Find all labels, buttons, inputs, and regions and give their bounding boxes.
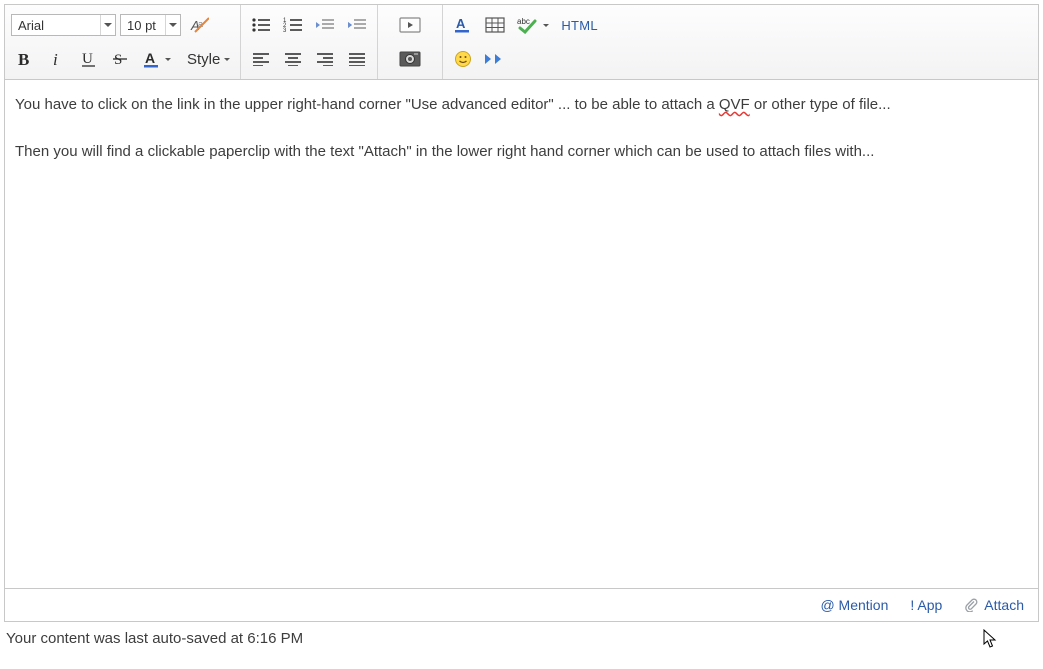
svg-text:abc: abc xyxy=(517,17,530,26)
indent-button[interactable] xyxy=(343,11,371,39)
align-justify-button[interactable] xyxy=(343,45,371,73)
align-left-button[interactable] xyxy=(247,45,275,73)
toolbar-group-paragraph: 123 xyxy=(241,5,378,79)
svg-text:3: 3 xyxy=(283,28,287,33)
toolbar-group-misc: A abc HTML xyxy=(443,5,608,79)
chevron-down-icon xyxy=(165,15,177,35)
app-link[interactable]: ! App xyxy=(910,597,942,613)
html-mode-button[interactable]: HTML xyxy=(557,11,602,39)
insert-video-button[interactable] xyxy=(396,11,424,39)
chevron-down-icon xyxy=(100,15,112,35)
font-color-button[interactable]: A xyxy=(139,45,179,73)
insert-table-button[interactable] xyxy=(481,11,509,39)
paragraph: You have to click on the link in the upp… xyxy=(15,94,1028,117)
autosave-status: Your content was last auto-saved at 6:16… xyxy=(6,630,1039,647)
spelling-error: QVF xyxy=(719,96,750,113)
toolbar: Arial 10 pt Aa B i U xyxy=(5,5,1038,80)
style-select[interactable]: Style xyxy=(183,51,234,68)
paperclip-icon xyxy=(964,598,978,612)
insert-image-button[interactable] xyxy=(396,45,424,73)
color-fill-button[interactable]: A xyxy=(449,11,477,39)
content-area[interactable]: You have to click on the link in the upp… xyxy=(5,80,1038,588)
bottom-bar: @ Mention ! App Attach xyxy=(5,588,1038,621)
font-size-select[interactable]: 10 pt xyxy=(120,14,181,36)
numbered-list-button[interactable]: 123 xyxy=(279,11,307,39)
emoji-button[interactable] xyxy=(449,45,477,73)
attach-link[interactable]: Attach xyxy=(964,597,1024,613)
mention-link[interactable]: @ Mention xyxy=(820,597,888,613)
svg-text:U: U xyxy=(82,51,93,67)
toolbar-group-media xyxy=(378,5,443,79)
clear-formatting-button[interactable]: Aa xyxy=(185,11,213,39)
underline-button[interactable]: U xyxy=(75,45,103,73)
outdent-button[interactable] xyxy=(311,11,339,39)
bullet-list-button[interactable] xyxy=(247,11,275,39)
svg-text:S: S xyxy=(114,52,122,68)
paragraph: Then you will find a clickable paperclip… xyxy=(15,141,1028,164)
toolbar-group-text: Arial 10 pt Aa B i U xyxy=(5,5,241,79)
svg-text:B: B xyxy=(18,51,29,67)
chevron-down-icon xyxy=(224,58,230,61)
italic-button[interactable]: i xyxy=(43,45,71,73)
svg-text:i: i xyxy=(53,51,58,67)
font-family-select[interactable]: Arial xyxy=(11,14,116,36)
editor-panel: Arial 10 pt Aa B i U xyxy=(4,4,1039,622)
bold-button[interactable]: B xyxy=(11,45,39,73)
more-button[interactable] xyxy=(481,45,509,73)
chevron-down-icon xyxy=(165,58,171,61)
spellcheck-button[interactable]: abc xyxy=(513,11,553,39)
svg-text:A: A xyxy=(456,16,466,31)
strikethrough-button[interactable]: S xyxy=(107,45,135,73)
chevron-down-icon xyxy=(543,24,549,27)
align-center-button[interactable] xyxy=(279,45,307,73)
svg-text:A: A xyxy=(145,50,155,66)
align-right-button[interactable] xyxy=(311,45,339,73)
